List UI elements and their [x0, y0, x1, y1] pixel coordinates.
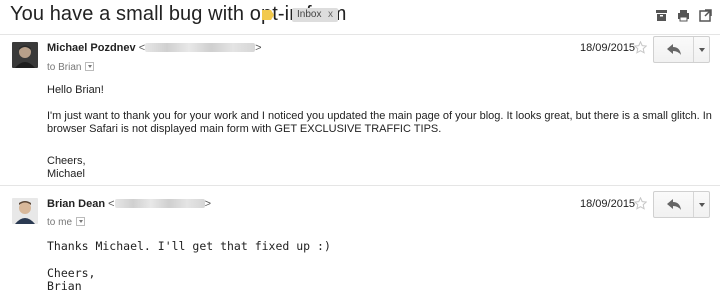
sender-email: < >: [138, 42, 262, 54]
star-icon[interactable]: [634, 197, 647, 210]
show-details-button[interactable]: [76, 217, 86, 226]
sender-email: < >: [108, 198, 212, 210]
importance-marker-icon[interactable]: [262, 10, 274, 20]
avatar[interactable]: [12, 42, 38, 68]
greeting: Hello Brian!: [47, 84, 104, 96]
reply-icon: [667, 44, 681, 55]
recipient-line: to Brian: [47, 62, 95, 73]
message-date: 18/09/2015: [580, 198, 636, 210]
sender: Brian Dean < >: [47, 198, 211, 210]
show-details-button[interactable]: [85, 62, 95, 71]
reply-button-group: [653, 36, 710, 63]
recipient-text: to Brian: [47, 62, 82, 73]
more-options-button[interactable]: [695, 37, 709, 62]
body-line: I'm just want to thank you for your work…: [47, 110, 712, 122]
print-icon[interactable]: [677, 9, 690, 22]
inbox-label-text: Inbox: [297, 9, 322, 20]
reply-button[interactable]: [654, 192, 694, 217]
sender: Michael Pozdnev < >: [47, 42, 262, 54]
recipient-text: to me: [47, 217, 73, 228]
message-date: 18/09/2015: [580, 42, 636, 54]
divider: [0, 34, 720, 35]
body-line: Thanks Michael. I'll get that fixed up :…: [47, 239, 331, 253]
more-options-button[interactable]: [695, 192, 709, 217]
reply-button[interactable]: [654, 37, 694, 62]
remove-label-button[interactable]: x: [328, 8, 333, 22]
divider: [0, 185, 720, 186]
inbox-label-chip[interactable]: Inbox x: [292, 8, 338, 22]
signature: Michael: [47, 168, 85, 180]
subject-bar: You have a small bug with opt-in form In…: [0, 0, 720, 32]
reply-icon: [667, 199, 681, 210]
reply-button-group: [653, 191, 710, 218]
signoff: Cheers,: [47, 155, 86, 167]
star-icon[interactable]: [634, 41, 647, 54]
avatar[interactable]: [12, 198, 38, 224]
thread-toolbar: [655, 9, 712, 23]
new-window-icon[interactable]: [699, 9, 712, 22]
sender-name: Brian Dean: [47, 198, 106, 210]
sender-name: Michael Pozdnev: [47, 42, 136, 54]
body-line: browser Safari is not displayed main for…: [47, 123, 442, 135]
archive-icon[interactable]: [655, 9, 668, 22]
recipient-line: to me: [47, 217, 86, 228]
signature: Brian: [47, 279, 82, 293]
